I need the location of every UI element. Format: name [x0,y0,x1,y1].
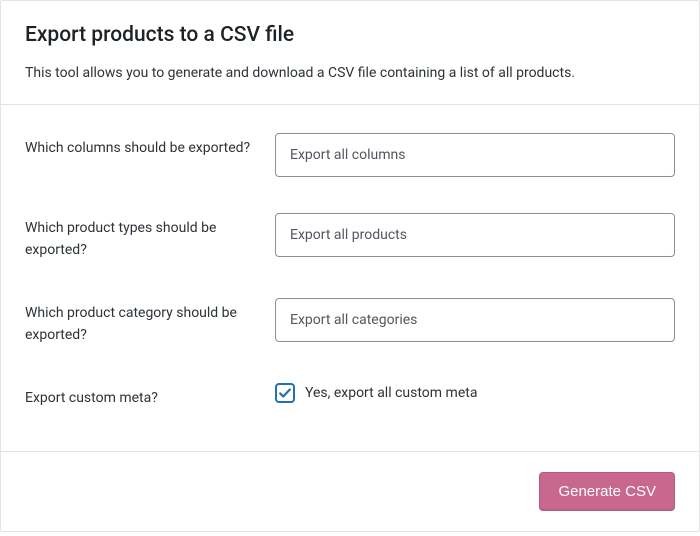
control-columns: Export all columns [275,133,675,177]
row-categories: Which product category should be exporte… [25,280,675,365]
select-columns[interactable]: Export all columns [275,133,675,177]
checkbox-custom-meta[interactable] [275,383,295,403]
row-columns: Which columns should be exported? Export… [25,115,675,195]
panel-description: This tool allows you to generate and dow… [25,63,675,84]
label-custom-meta: Export custom meta? [25,383,275,409]
label-columns: Which columns should be exported? [25,133,275,159]
checkbox-wrap-custom-meta: Yes, export all custom meta [275,383,675,403]
row-product-types: Which product types should be exported? … [25,195,675,280]
select-categories-placeholder: Export all categories [290,312,417,328]
generate-csv-button[interactable]: Generate CSV [539,472,675,511]
panel-title: Export products to a CSV file [25,23,675,47]
export-panel: Export products to a CSV file This tool … [0,0,700,532]
form-body: Which columns should be exported? Export… [1,105,699,451]
check-icon [278,386,292,400]
select-categories[interactable]: Export all categories [275,298,675,342]
label-product-types: Which product types should be exported? [25,213,275,262]
checkbox-label-custom-meta[interactable]: Yes, export all custom meta [305,385,477,401]
control-product-types: Export all products [275,213,675,257]
panel-footer: Generate CSV [1,451,699,531]
select-columns-placeholder: Export all columns [290,147,405,163]
select-product-types-placeholder: Export all products [290,227,407,243]
control-categories: Export all categories [275,298,675,342]
row-custom-meta: Export custom meta? Yes, export all cust… [25,365,675,427]
label-categories: Which product category should be exporte… [25,298,275,347]
panel-header: Export products to a CSV file This tool … [1,1,699,105]
select-product-types[interactable]: Export all products [275,213,675,257]
control-custom-meta: Yes, export all custom meta [275,383,675,403]
